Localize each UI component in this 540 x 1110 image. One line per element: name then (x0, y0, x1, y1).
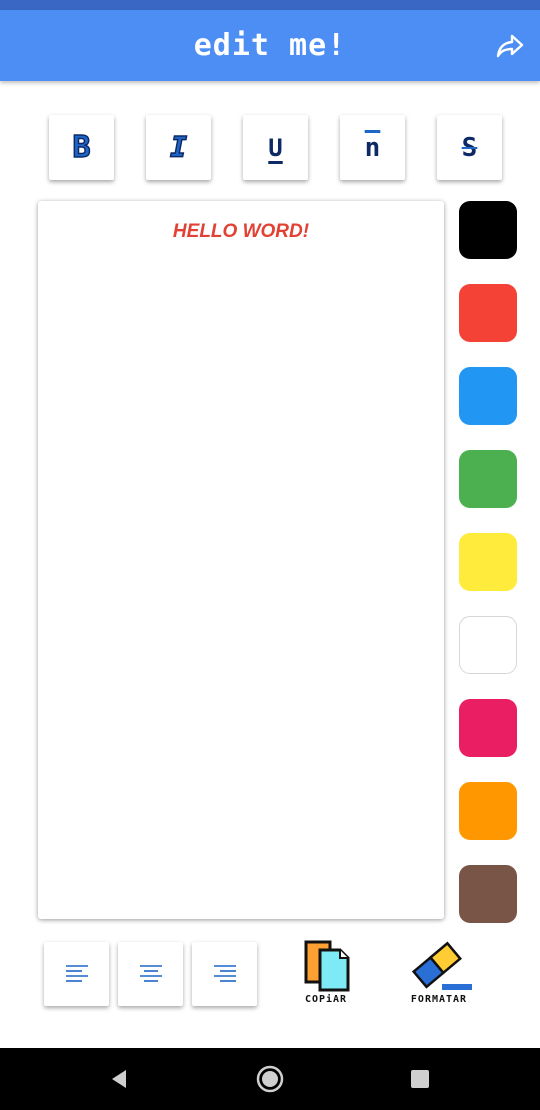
overline-button[interactable]: n (340, 115, 405, 180)
copy-icon (304, 940, 350, 992)
home-icon (256, 1065, 284, 1093)
color-swatch-black[interactable] (459, 201, 517, 259)
color-swatch-pink[interactable] (459, 699, 517, 757)
align-left-button[interactable] (44, 942, 109, 1006)
color-swatch-orange[interactable] (459, 782, 517, 840)
bold-icon: B (72, 129, 92, 165)
italic-icon: I (169, 130, 187, 164)
underline-button[interactable]: U (243, 115, 308, 180)
bold-button[interactable]: B (49, 115, 114, 180)
align-right-button[interactable] (192, 942, 257, 1006)
align-center-button[interactable] (118, 942, 183, 1006)
recents-button[interactable] (405, 1064, 435, 1094)
color-swatch-brown[interactable] (459, 865, 517, 923)
back-icon (112, 1070, 126, 1088)
color-swatch-red[interactable] (459, 284, 517, 342)
share-icon (496, 34, 524, 58)
overline-icon: n (364, 132, 381, 163)
home-button[interactable] (255, 1064, 285, 1094)
strikethrough-button[interactable]: S (437, 115, 502, 180)
editor-text[interactable]: HELLO WORD! (38, 221, 444, 243)
color-swatch-yellow[interactable] (459, 533, 517, 591)
format-label: FORMATAR (410, 994, 468, 1005)
back-button[interactable] (104, 1064, 134, 1094)
color-swatch-white[interactable] (459, 616, 517, 674)
format-button[interactable]: FORMATAR (404, 940, 474, 1005)
app-bar: edit me! (0, 10, 540, 81)
align-left-icon (65, 965, 88, 982)
status-bar (0, 0, 540, 10)
eraser-icon (411, 941, 472, 990)
recents-icon (411, 1070, 429, 1088)
color-swatch-blue[interactable] (459, 367, 517, 425)
text-editor[interactable]: HELLO WORD! (38, 201, 444, 919)
copy-label: COPiAR (304, 994, 348, 1005)
align-center-icon (139, 965, 162, 982)
align-right-icon (213, 965, 236, 982)
color-swatch-green[interactable] (459, 450, 517, 508)
system-nav-bar (0, 1048, 540, 1110)
share-button[interactable] (494, 30, 526, 62)
italic-button[interactable]: I (146, 115, 211, 180)
underline-icon: U (268, 133, 283, 162)
copy-button[interactable]: COPiAR (298, 940, 354, 1005)
app-title: edit me! (193, 28, 347, 63)
strikethrough-icon: S (461, 132, 478, 163)
